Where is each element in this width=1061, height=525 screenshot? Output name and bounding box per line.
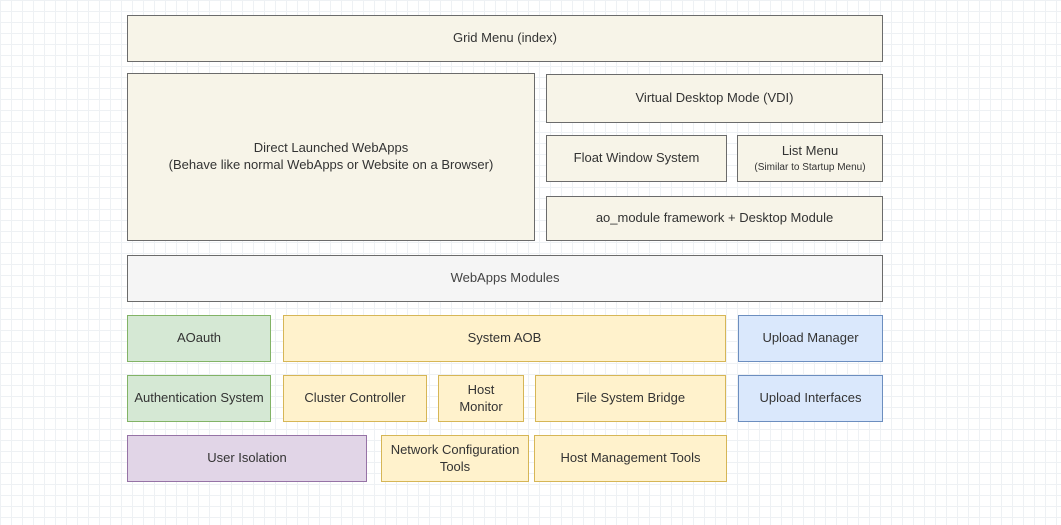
webapps-modules-box: WebApps Modules: [127, 255, 883, 302]
upload-interfaces-label: Upload Interfaces: [760, 390, 862, 407]
direct-launched-webapps-box: Direct Launched WebApps (Behave like nor…: [127, 73, 535, 241]
cluster-controller-box: Cluster Controller: [283, 375, 427, 422]
host-management-tools-label: Host Management Tools: [561, 450, 701, 467]
virtual-desktop-mode-label: Virtual Desktop Mode (VDI): [636, 90, 794, 107]
float-window-system-label: Float Window System: [574, 150, 700, 167]
host-monitor-label: Host Monitor: [445, 382, 517, 416]
user-isolation-box: User Isolation: [127, 435, 367, 482]
aoauth-label: AOauth: [177, 330, 221, 347]
upload-interfaces-box: Upload Interfaces: [738, 375, 883, 422]
list-menu-box: List Menu (Similar to Startup Menu): [737, 135, 883, 182]
authentication-system-box: Authentication System: [127, 375, 271, 422]
diagram-canvas: Grid Menu (index) Direct Launched WebApp…: [0, 0, 1061, 525]
grid-menu-box: Grid Menu (index): [127, 15, 883, 62]
webapps-modules-label: WebApps Modules: [451, 270, 560, 287]
cluster-controller-label: Cluster Controller: [304, 390, 405, 407]
list-menu-label: List Menu: [782, 143, 838, 160]
list-menu-subtitle: (Similar to Startup Menu): [754, 161, 865, 174]
upload-manager-label: Upload Manager: [762, 330, 858, 347]
host-monitor-box: Host Monitor: [438, 375, 524, 422]
authentication-system-label: Authentication System: [134, 390, 263, 407]
direct-launched-webapps-description: (Behave like normal WebApps or Website o…: [169, 157, 494, 174]
float-window-system-box: Float Window System: [546, 135, 727, 182]
file-system-bridge-label: File System Bridge: [576, 390, 685, 407]
user-isolation-label: User Isolation: [207, 450, 286, 467]
system-aob-label: System AOB: [468, 330, 542, 347]
ao-module-framework-label: ao_module framework + Desktop Module: [596, 210, 833, 227]
upload-manager-box: Upload Manager: [738, 315, 883, 362]
network-configuration-tools-box: Network Configuration Tools: [381, 435, 529, 482]
system-aob-box: System AOB: [283, 315, 726, 362]
virtual-desktop-mode-box: Virtual Desktop Mode (VDI): [546, 74, 883, 123]
grid-menu-label: Grid Menu (index): [453, 30, 557, 47]
aoauth-box: AOauth: [127, 315, 271, 362]
network-configuration-tools-label: Network Configuration Tools: [388, 442, 522, 476]
file-system-bridge-box: File System Bridge: [535, 375, 726, 422]
direct-launched-webapps-label: Direct Launched WebApps: [254, 140, 408, 157]
ao-module-framework-box: ao_module framework + Desktop Module: [546, 196, 883, 241]
host-management-tools-box: Host Management Tools: [534, 435, 727, 482]
